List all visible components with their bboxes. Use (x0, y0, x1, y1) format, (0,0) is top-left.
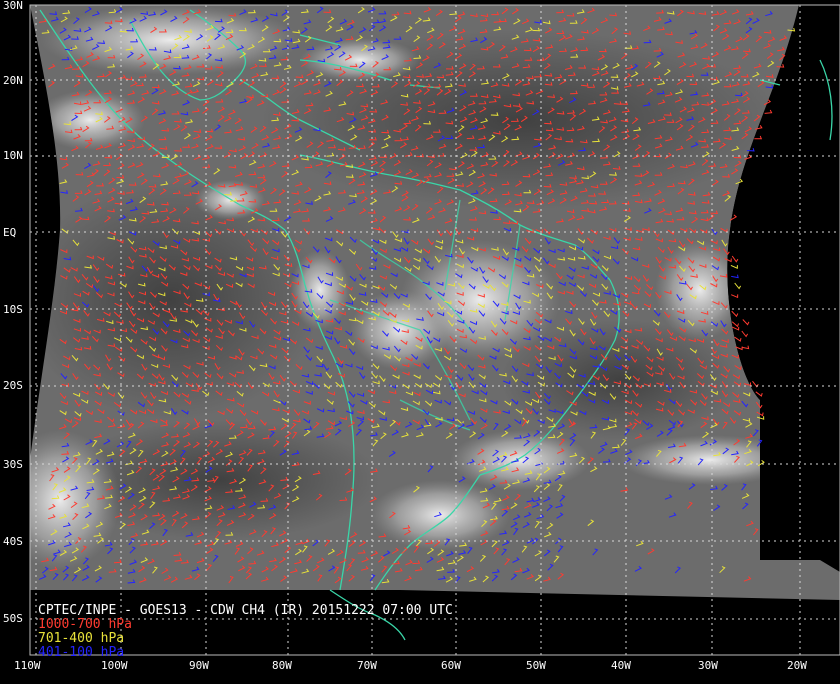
lat-label-40s: 40S (3, 535, 23, 548)
lat-label-20s: 20S (3, 379, 23, 392)
legend-low-level: 1000-700 hPa (38, 617, 132, 632)
lat-label-50s: 50S (3, 612, 23, 625)
lon-label-100w: 100W (101, 659, 128, 672)
product-caption: CPTEC/INPE - GOES13 - CDW CH4 (IR) 20151… (38, 604, 453, 660)
caption-title: CPTEC/INPE - GOES13 - CDW CH4 (IR) 20151… (38, 603, 453, 618)
lon-label-70w: 70W (357, 659, 377, 672)
legend-high-level: 401-100 hPa (38, 645, 125, 660)
lon-label-20w: 20W (787, 659, 807, 672)
lat-label-20n: 20N (3, 74, 23, 87)
satellite-map: 30N 20N 10N EQ 10S 20S 30S 40S 50S 110W … (0, 0, 840, 680)
lon-label-80w: 80W (272, 659, 292, 672)
lon-label-50w: 50W (526, 659, 546, 672)
lon-label-40w: 40W (611, 659, 631, 672)
lat-label-30n: 30N (3, 0, 23, 12)
lon-label-90w: 90W (189, 659, 209, 672)
lat-label-10n: 10N (3, 149, 23, 162)
lat-label-30s: 30S (3, 458, 23, 471)
legend-mid-level: 701-400 hPa (38, 631, 125, 646)
satellite-image (0, 0, 840, 680)
lat-label-eq: EQ (3, 226, 17, 239)
lon-label-30w: 30W (698, 659, 718, 672)
lon-label-60w: 60W (441, 659, 461, 672)
lat-label-10s: 10S (3, 303, 23, 316)
lon-label-110w: 110W (14, 659, 41, 672)
